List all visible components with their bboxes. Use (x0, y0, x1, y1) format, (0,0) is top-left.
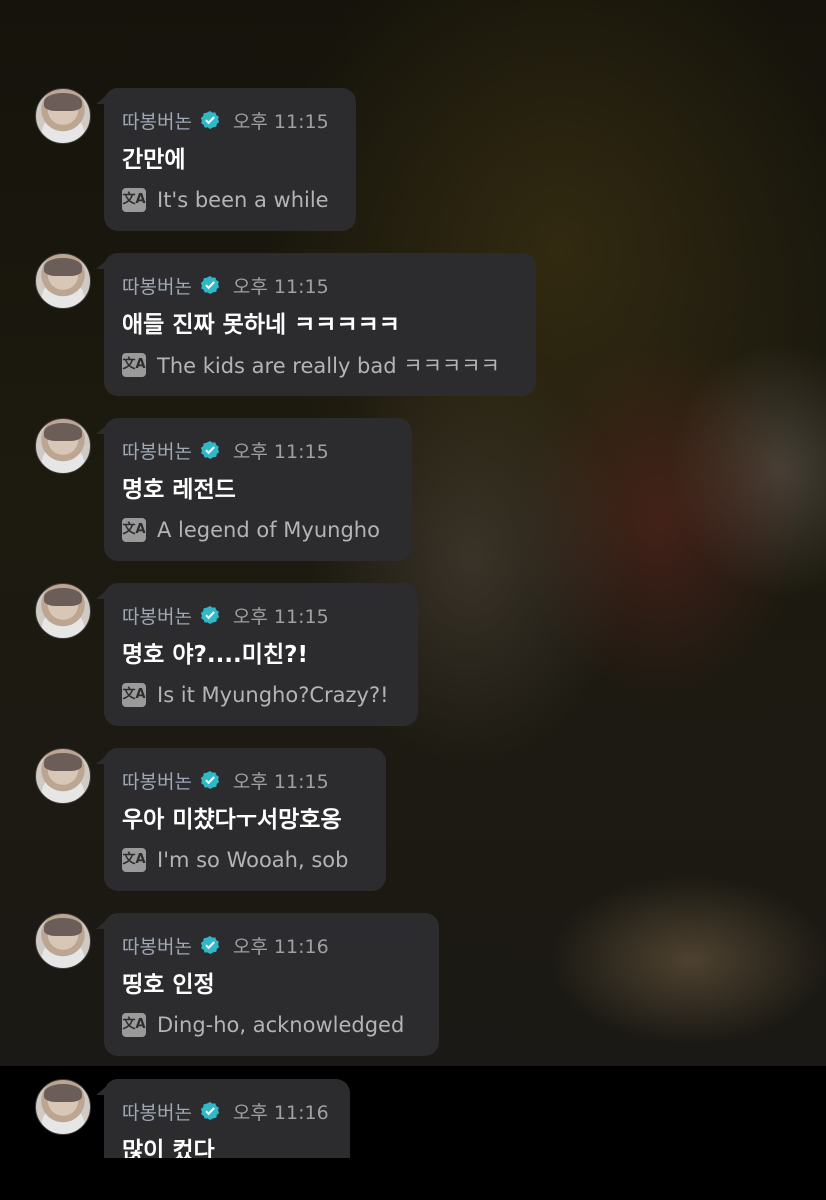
avatar[interactable] (35, 88, 91, 144)
sender-name[interactable]: 따봉버논 (122, 437, 192, 464)
message-time: 오후 11:15 (232, 770, 329, 793)
translation-text: A legend of Myungho (157, 518, 380, 542)
message-text: 애들 진짜 못하네 ㅋㅋㅋㅋㅋ (122, 312, 400, 338)
avatar[interactable] (35, 253, 91, 309)
message-text: 우아 미챴다ㅜ서망호옹 (122, 807, 342, 833)
translate-icon: 文A (122, 683, 146, 707)
translation-row: 文A I'm so Wooah, sob (122, 845, 365, 875)
message-bubble[interactable]: 따봉버논 오후 11:15 애들 진짜 못하네 ㅋㅋㅋㅋㅋ 文A The kid… (96, 253, 536, 396)
sender-name[interactable]: 따봉버논 (122, 107, 192, 134)
message-bubble[interactable]: 따봉버논 오후 11:16 띵호 인정 文A Ding-ho, acknowle… (96, 913, 439, 1056)
message-text: 간만에 (122, 147, 186, 173)
translation-text: Ding-ho, acknowledged (157, 1013, 405, 1037)
message-bubble[interactable]: 따봉버논 오후 11:15 간만에 文A It's been a while (96, 88, 356, 231)
translate-icon: 文A (122, 188, 146, 212)
message-text: 띵호 인정 (122, 972, 215, 998)
message-time: 오후 11:15 (232, 605, 329, 628)
message-bubble[interactable]: 따봉버논 오후 11:15 명호 레전드 文A A legend of Myun… (96, 418, 412, 561)
chat-feed: 따봉버논 오후 11:15 간만에 文A It's been a while 따… (0, 0, 826, 1158)
message-time: 오후 11:15 (232, 275, 329, 298)
translation-row: 文A The kids are really bad ㅋㅋㅋㅋㅋ (122, 350, 515, 380)
message-text: 명호 야?....미친?! (122, 642, 308, 668)
translation-text: The kids are really bad ㅋㅋㅋㅋㅋ (157, 354, 500, 378)
avatar[interactable] (35, 418, 91, 474)
translate-icon: 文A (122, 1013, 146, 1037)
translation-row: 文A A legend of Myungho (122, 515, 391, 545)
message-header: 따봉버논 오후 11:15 (122, 601, 397, 629)
message-time: 오후 11:15 (232, 440, 329, 463)
message-bubble[interactable]: 따봉버논 오후 11:15 우아 미챴다ㅜ서망호옹 文A I'm so Wooa… (96, 748, 386, 891)
avatar[interactable] (35, 913, 91, 969)
verified-badge-icon (200, 441, 220, 459)
message-header: 따봉버논 오후 11:15 (122, 106, 335, 134)
sender-name[interactable]: 따봉버논 (122, 602, 192, 629)
message-time: 오후 11:16 (232, 1101, 329, 1124)
translation-text: It's been a while (157, 188, 329, 212)
message-text: 명호 레전드 (122, 477, 236, 503)
translation-text: Is it Myungho?Crazy?! (157, 683, 389, 707)
sender-name[interactable]: 따봉버논 (122, 272, 192, 299)
sender-name[interactable]: 따봉버논 (122, 1098, 192, 1125)
translation-row: 文A Is it Myungho?Crazy?! (122, 680, 397, 710)
message-header: 따봉버논 오후 11:15 (122, 766, 365, 794)
verified-badge-icon (200, 1102, 220, 1120)
verified-badge-icon (200, 936, 220, 954)
avatar[interactable] (35, 583, 91, 639)
sender-name[interactable]: 따봉버논 (122, 767, 192, 794)
message-header: 따봉버논 오후 11:15 (122, 436, 391, 464)
translate-icon: 文A (122, 848, 146, 872)
translation-text: I'm so Wooah, sob (157, 848, 349, 872)
message-header: 따봉버논 오후 11:15 (122, 271, 515, 299)
message-text: 많이 컸다 (122, 1138, 215, 1158)
message-bubble[interactable]: 따봉버논 오후 11:16 많이 컸다 (96, 1079, 350, 1158)
message-time: 오후 11:16 (232, 935, 329, 958)
message-header: 따봉버논 오후 11:16 (122, 1097, 329, 1125)
verified-badge-icon (200, 276, 220, 294)
message-time: 오후 11:15 (232, 110, 329, 133)
translation-row: 文A Ding-ho, acknowledged (122, 1010, 418, 1040)
translation-row: 文A It's been a while (122, 185, 335, 215)
avatar[interactable] (35, 1079, 91, 1135)
translate-icon: 文A (122, 353, 146, 377)
verified-badge-icon (200, 771, 220, 789)
sender-name[interactable]: 따봉버논 (122, 932, 192, 959)
avatar[interactable] (35, 748, 91, 804)
message-header: 따봉버논 오후 11:16 (122, 931, 418, 959)
verified-badge-icon (200, 606, 220, 624)
message-bubble[interactable]: 따봉버논 오후 11:15 명호 야?....미친?! 文A Is it Myu… (96, 583, 418, 726)
verified-badge-icon (200, 111, 220, 129)
translate-icon: 文A (122, 518, 146, 542)
